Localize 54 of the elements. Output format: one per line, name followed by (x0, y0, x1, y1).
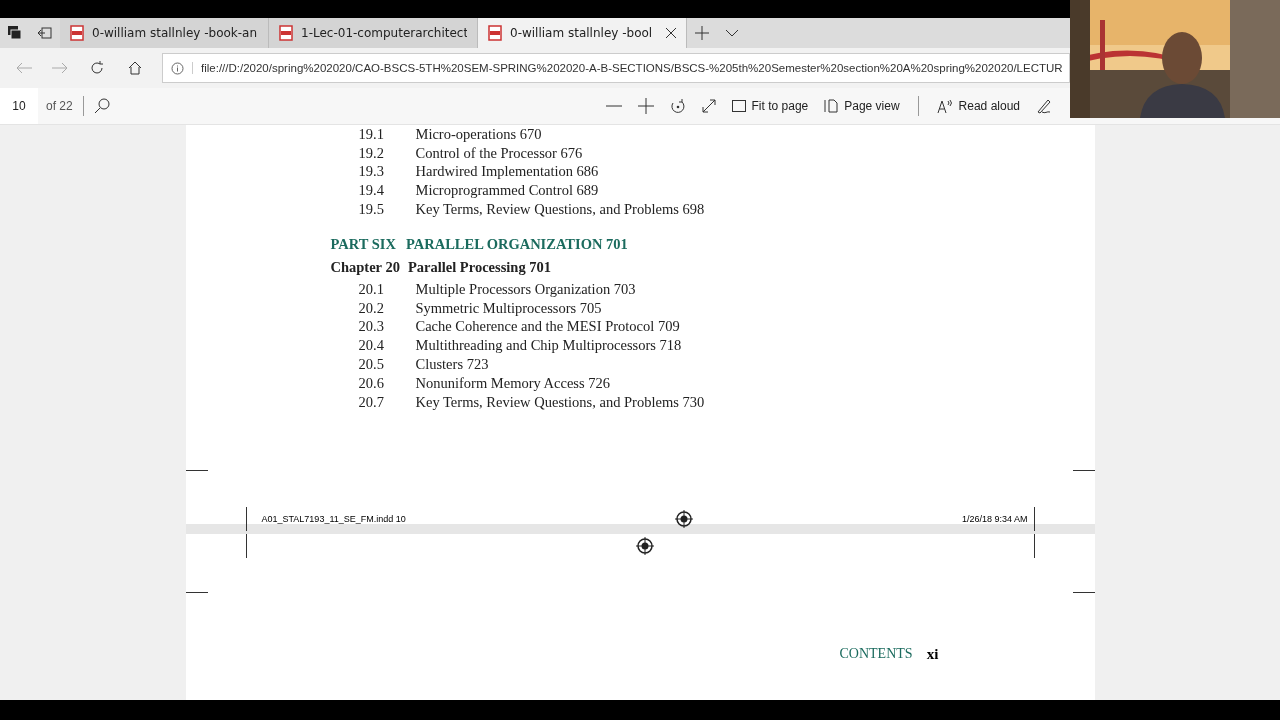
section-title: Nonuniform Memory Access 726 (415, 374, 610, 392)
registration-mark-icon (635, 536, 654, 555)
chapter-title: Parallel Processing 701 (407, 259, 552, 277)
pdf-file-icon (488, 25, 502, 41)
page-count: of 22 (46, 99, 73, 113)
section-title: Clusters 723 (415, 356, 489, 374)
slug-date: 1/26/18 9:34 AM (961, 514, 1028, 524)
section-title: Hardwired Implementation 686 (415, 163, 599, 181)
section-number: 20.3 (358, 318, 385, 336)
section-number: 20.4 (358, 337, 385, 355)
chapter-label: Chapter 20 (330, 259, 400, 277)
section-title: Symmetric Multiprocessors 705 (415, 299, 602, 317)
section-number: 20.7 (358, 393, 385, 411)
section-number: 19.4 (358, 182, 385, 200)
fit-frame-icon (731, 100, 746, 112)
part-label: PART SIX (330, 236, 396, 254)
read-aloud-button[interactable]: Read aloud (928, 99, 1028, 113)
section-title: Key Terms, Review Questions, and Problems 730 (415, 393, 705, 411)
section-title: Key Terms, Review Questions, and Problems 698 (415, 201, 705, 219)
section-title: Control of the Processor 676 (415, 144, 583, 162)
browser-tab[interactable]: 0-william stallnley -book-an (60, 18, 269, 48)
tab-title: 0-william stallnley -bool (510, 26, 654, 40)
page-icon (824, 99, 839, 113)
section-title: Multithreading and Chip Multiprocessors 718 (415, 337, 682, 355)
section-number: 19.1 (358, 125, 385, 143)
running-header: CONTENTS (839, 645, 913, 663)
pdf-file-icon (70, 25, 84, 41)
browser-tab[interactable]: 0-william stallnley -bool (478, 18, 687, 48)
pdf-file-icon (279, 25, 293, 41)
section-number: 20.2 (358, 299, 385, 317)
address-field[interactable]: file:///D:/2020/spring%202020/CAO-BSCS-5TH%20SEM-SPRING%202020-A-B-SECTIONS/BSCS-%205th%20Semester%20section%20A%20spring%202020/LECTUR (162, 53, 1070, 83)
info-icon (171, 61, 184, 75)
page-number-field[interactable]: 10 (0, 88, 38, 124)
page-numeral: xi (926, 645, 939, 663)
close-icon[interactable] (666, 28, 676, 38)
section-number: 20.1 (358, 280, 385, 298)
slug-filename: A01_STAL7193_11_SE_FM.indd 10 (261, 514, 406, 524)
section-number: 19.5 (358, 201, 385, 219)
section-title: Microprogrammed Control 689 (415, 182, 599, 200)
section-title: Micro-operations 670 (415, 125, 542, 143)
browser-tab[interactable]: 1-Lec-01-computerarchitect (269, 18, 478, 48)
fit-to-page-button[interactable]: Fit to page (723, 99, 817, 113)
tab-title: 1-Lec-01-computerarchitect (301, 26, 467, 40)
section-number: 20.6 (358, 374, 385, 392)
section-number: 19.2 (358, 144, 385, 162)
tab-title: 0-william stallnley -book-an (92, 26, 258, 40)
read-aloud-icon (936, 99, 953, 113)
search-icon[interactable] (93, 98, 110, 114)
page-view-button[interactable]: Page view (816, 99, 908, 113)
section-number: 19.3 (358, 163, 385, 181)
section-title: Cache Coherence and the MESI Protocol 709 (415, 318, 680, 336)
section-number: 20.5 (358, 356, 385, 374)
section-title: Multiple Processors Organization 703 (415, 280, 636, 298)
part-title: PARALLEL ORGANIZATION 701 (405, 236, 628, 254)
